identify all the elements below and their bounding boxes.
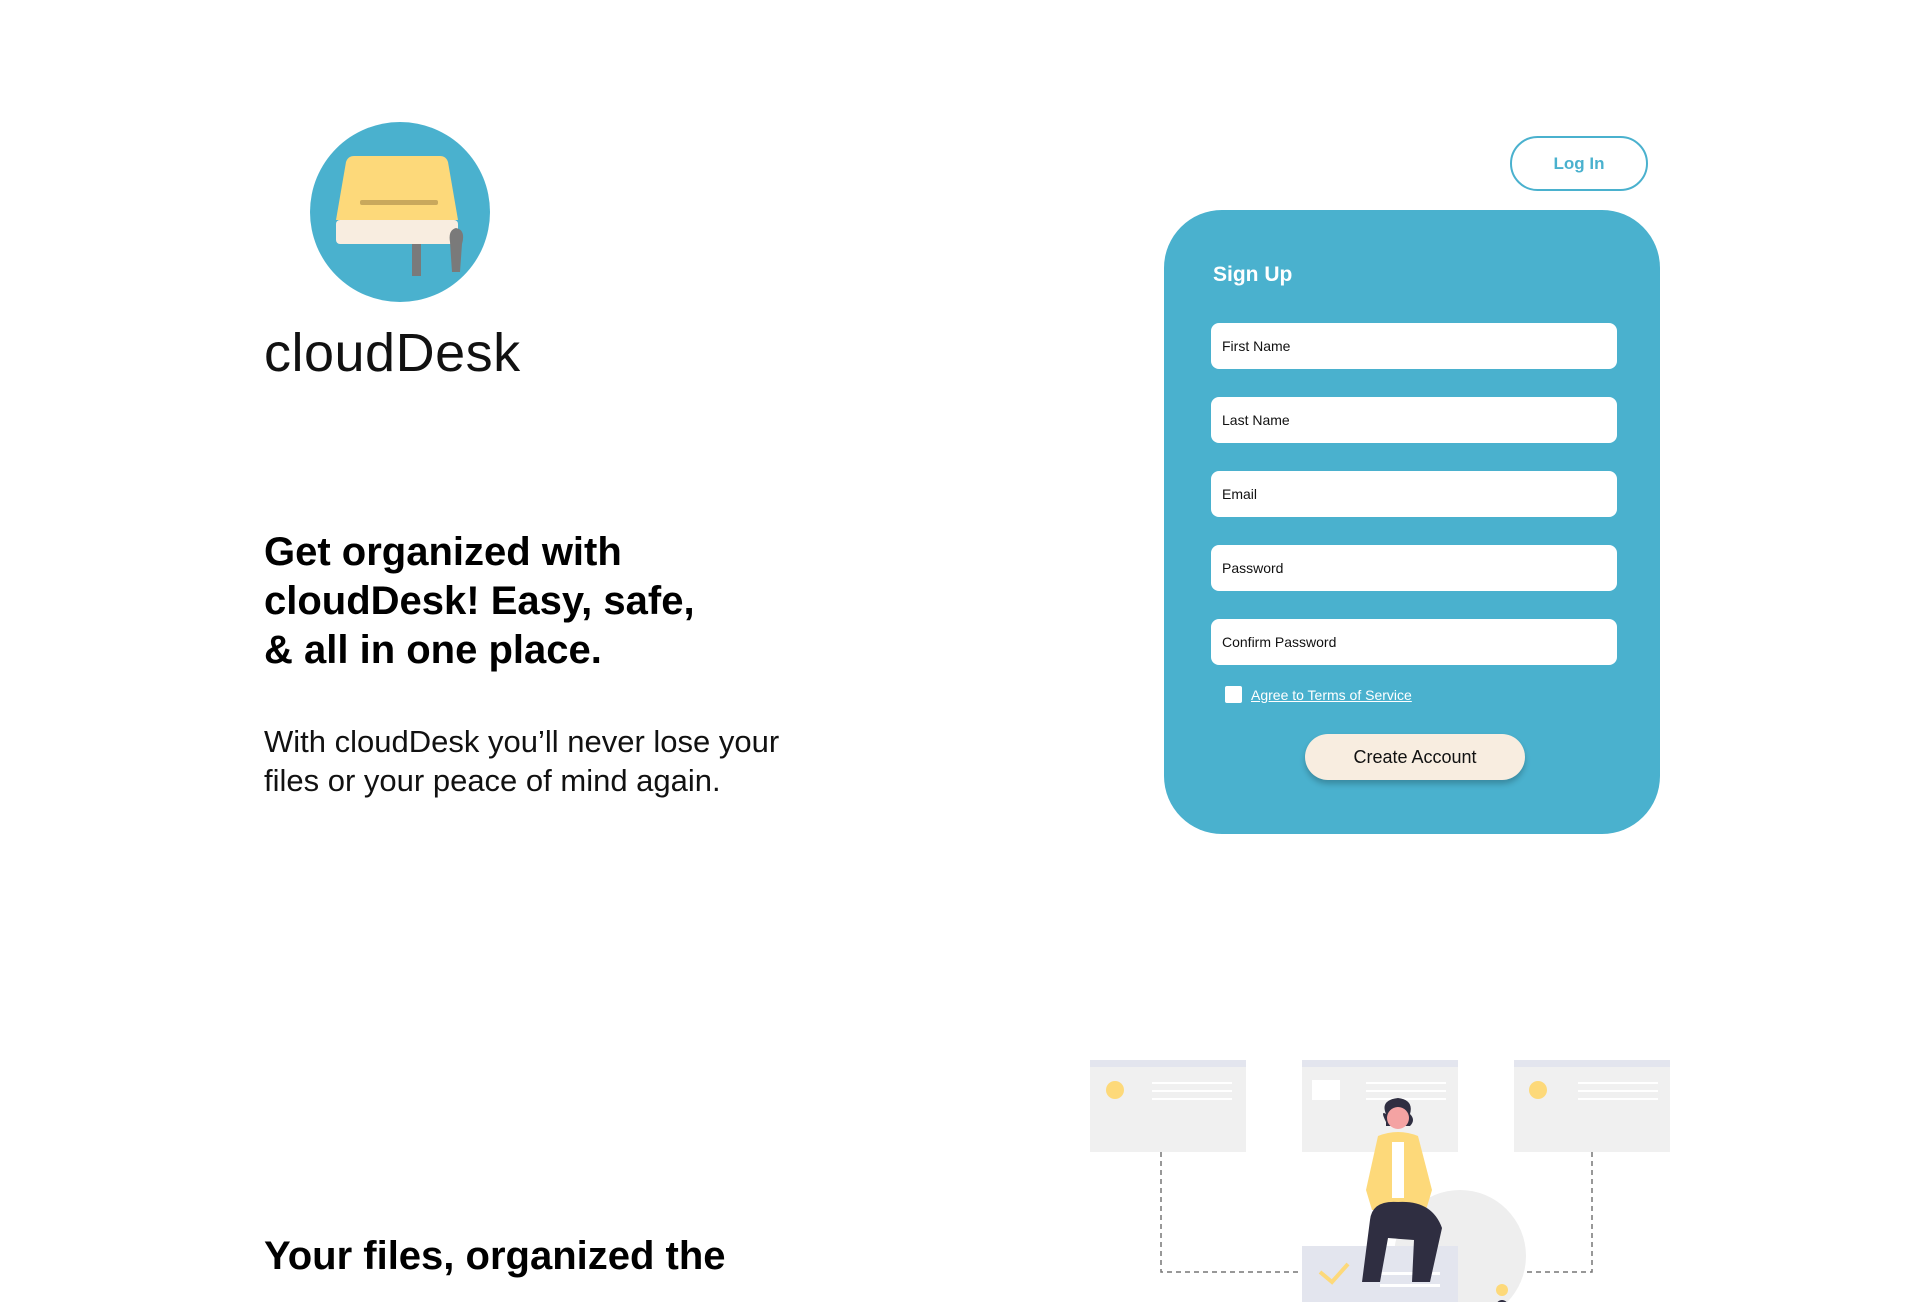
email-field[interactable]: [1211, 471, 1617, 517]
hero-heading-line: & all in one place.: [264, 628, 602, 672]
signup-title: Sign Up: [1213, 263, 1293, 286]
woman-organizing-files-illustration: [1090, 1060, 1670, 1302]
logo: [310, 122, 490, 302]
hero-heading-line: Get organized with: [264, 530, 622, 574]
hero-heading-line: cloudDesk! Easy, safe,: [264, 579, 695, 623]
desk-lamp-logo-icon: [336, 156, 464, 276]
terms-checkbox[interactable]: [1225, 686, 1242, 703]
confirm-password-field[interactable]: [1211, 619, 1617, 665]
hero-subtitle-line: With cloudDesk you’ll never lose your: [264, 724, 780, 759]
hero-subtitle-line: files or your peace of mind again.: [264, 763, 721, 798]
login-button[interactable]: Log In: [1510, 136, 1648, 191]
hero-heading: Get organized with cloudDesk! Easy, safe…: [264, 528, 824, 675]
first-name-field[interactable]: [1211, 323, 1617, 369]
hero-subtitle: With cloudDesk you’ll never lose your fi…: [264, 722, 884, 800]
last-name-field[interactable]: [1211, 397, 1617, 443]
page: cloudDesk Get organized with cloudDesk! …: [0, 0, 1920, 1302]
features-heading: Your files, organized the: [264, 1232, 824, 1281]
terms-link[interactable]: Agree to Terms of Service: [1251, 687, 1412, 703]
illustration: [1080, 1050, 1680, 1302]
password-field[interactable]: [1211, 545, 1617, 591]
brand-name: cloudDesk: [264, 323, 521, 383]
create-account-button[interactable]: Create Account: [1305, 734, 1525, 780]
signup-card: Sign Up Agree to Terms of Service Create…: [1164, 210, 1660, 834]
terms-row: Agree to Terms of Service: [1225, 686, 1412, 703]
features-heading-line: Your files, organized the: [264, 1234, 726, 1278]
